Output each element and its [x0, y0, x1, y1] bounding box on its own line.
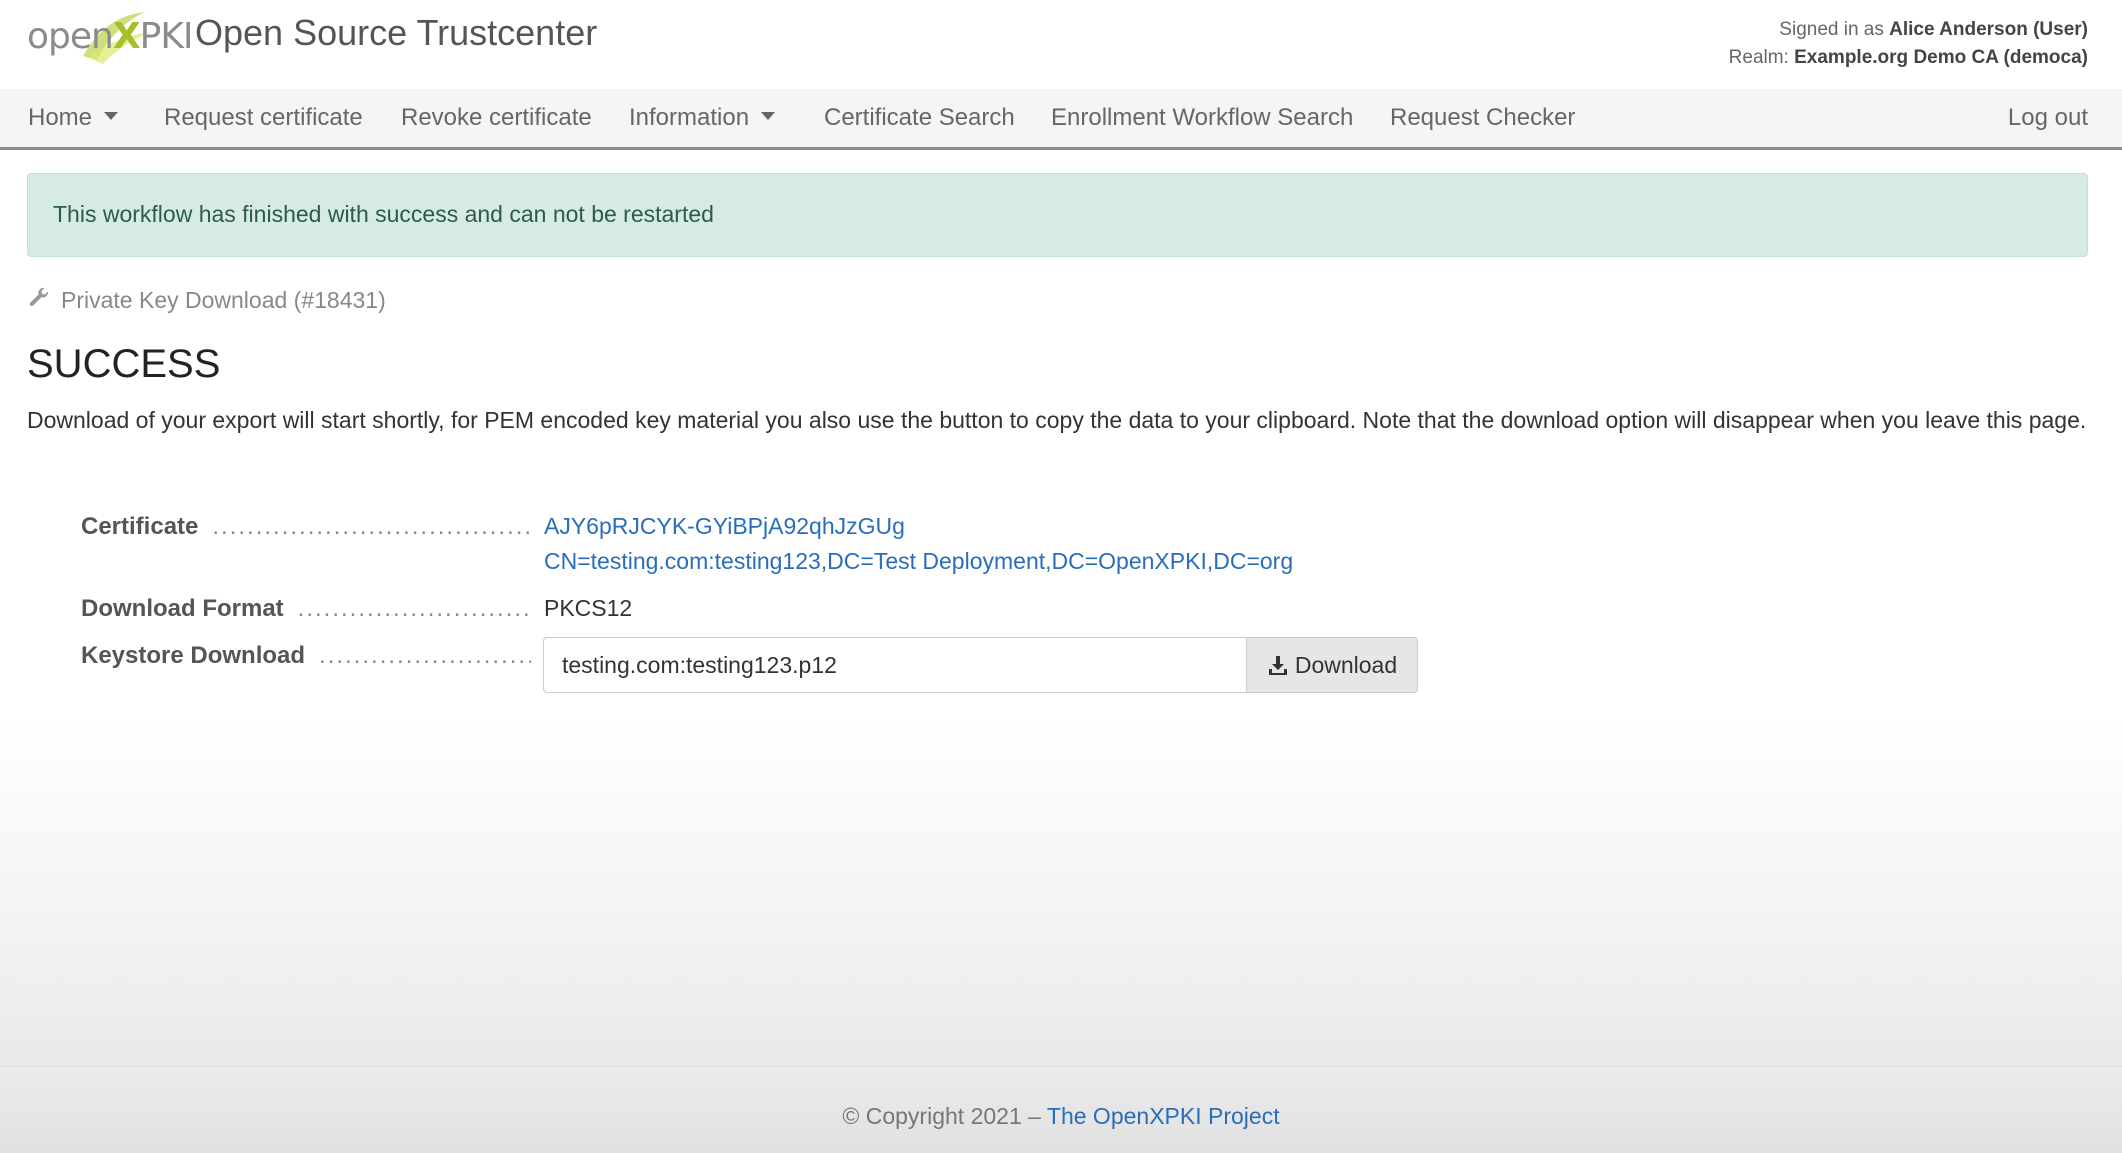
nav-home[interactable]: Home: [28, 104, 119, 132]
footer-project-link[interactable]: The OpenXPKI Project: [1047, 1103, 1280, 1129]
openxpki-logo[interactable]: openXPKI: [27, 6, 194, 64]
certificate-dn-link[interactable]: CN=testing.com:testing123,DC=Test Deploy…: [544, 544, 1293, 579]
success-alert: This workflow has finished with success …: [27, 173, 2088, 257]
certificate-value: AJY6pRJCYK-GYiBPjA92qhJzGUg CN=testing.c…: [544, 509, 1293, 579]
nav-certificate-search[interactable]: Certificate Search: [824, 104, 1015, 132]
nav-logout[interactable]: Log out: [2008, 104, 2088, 132]
nav-enrollment-workflow-search[interactable]: Enrollment Workflow Search: [1051, 104, 1353, 132]
wrench-icon: [29, 287, 48, 306]
nav-request-checker[interactable]: Request Checker: [1390, 104, 1575, 132]
nav-request-certificate[interactable]: Request certificate: [164, 104, 363, 132]
download-format-value: PKCS12: [544, 595, 633, 621]
nav-information[interactable]: Information: [629, 104, 776, 132]
main-navbar: Home Request certificate Revoke certific…: [0, 89, 2122, 150]
download-format-label: Download Format.........................…: [81, 595, 531, 622]
chevron-down-icon: [104, 111, 119, 120]
page-title: SUCCESS: [27, 342, 221, 386]
realm-prefix: Realm:: [1728, 47, 1789, 68]
user-info: Signed in as Alice Anderson (User) Realm…: [1729, 16, 2088, 72]
certificate-label: Certificate.............................…: [81, 513, 531, 540]
alert-message: This workflow has finished with success …: [53, 201, 714, 227]
chevron-down-icon: [761, 111, 776, 120]
footer-copyright: © Copyright 2021 –: [842, 1103, 1041, 1129]
download-button[interactable]: Download: [1246, 637, 1418, 693]
workflow-label: Private Key Download (#18431): [27, 287, 386, 314]
page-description: Download of your export will start short…: [27, 407, 2087, 433]
header: openXPKI Open Source Trustcenter Signed …: [0, 0, 2122, 89]
footer-text: © Copyright 2021 – The OpenXPKI Project: [0, 1103, 2122, 1130]
signed-in-prefix: Signed in as: [1779, 19, 1884, 40]
footer: © Copyright 2021 – The OpenXPKI Project: [0, 1066, 2122, 1153]
keystore-filename-field[interactable]: [543, 637, 1247, 693]
app-title: Open Source Trustcenter: [195, 12, 598, 53]
realm-line: Realm: Example.org Demo CA (democa): [1729, 44, 2088, 72]
signed-in-line: Signed in as Alice Anderson (User): [1729, 16, 2088, 44]
keystore-download-label: Keystore Download.......................…: [81, 642, 531, 669]
nav-home-label: Home: [28, 104, 93, 131]
realm-value: Example.org Demo CA (democa): [1794, 47, 2088, 68]
certificate-id-link[interactable]: AJY6pRJCYK-GYiBPjA92qhJzGUg: [544, 509, 1293, 544]
download-icon: [1268, 656, 1287, 675]
workflow-label-text: Private Key Download (#18431): [61, 287, 386, 313]
download-button-label: Download: [1294, 651, 1398, 678]
signed-in-user: Alice Anderson (User): [1889, 19, 2088, 40]
nav-revoke-certificate[interactable]: Revoke certificate: [401, 104, 592, 132]
nav-information-label: Information: [629, 104, 750, 131]
logo-text: openXPKI: [27, 16, 194, 57]
